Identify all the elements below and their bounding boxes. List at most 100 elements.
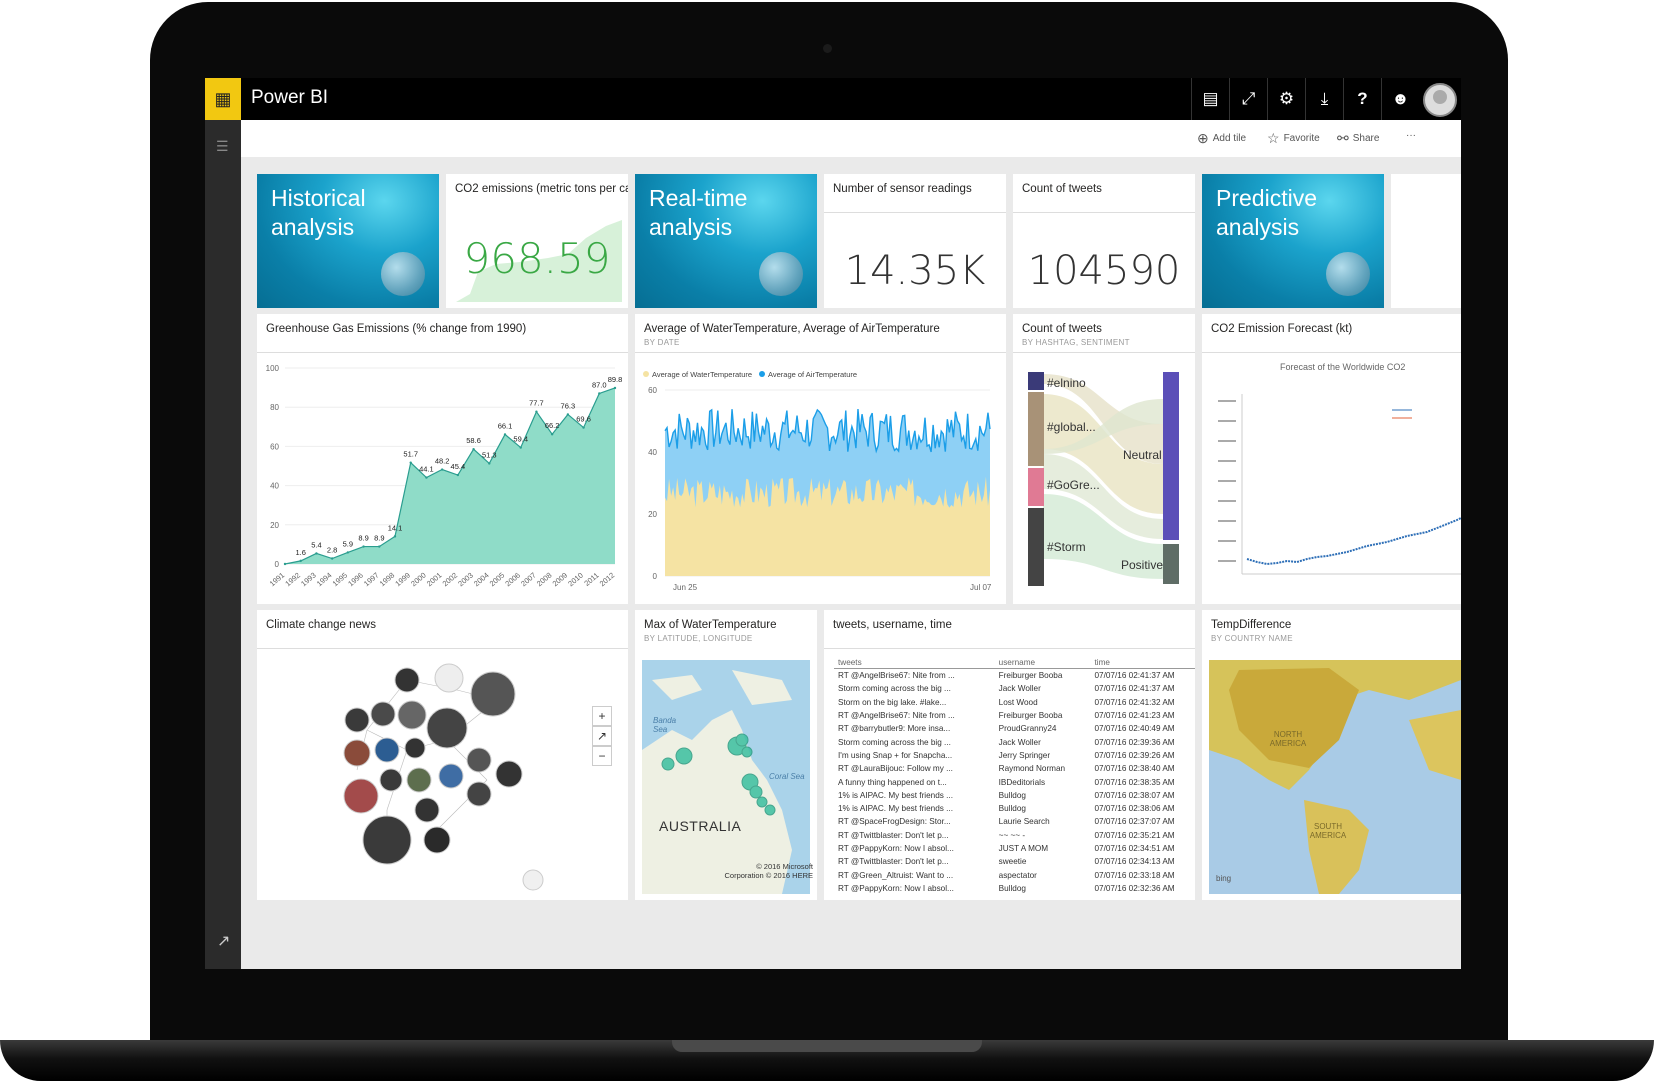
sankey-chart xyxy=(1028,372,1179,586)
data-label: 45.4 xyxy=(451,462,466,471)
data-point xyxy=(550,433,554,436)
favorite-button[interactable]: ☆ Favorite xyxy=(1267,130,1320,147)
share-button[interactable]: ⚯ Share xyxy=(1337,130,1379,147)
table-row[interactable]: 1% is AIPAC. My best friends ... Bulldog 0… xyxy=(834,789,1195,802)
data-point xyxy=(488,462,491,465)
data-point xyxy=(330,557,334,560)
table-row[interactable]: RT @PappyKorn: Now I absol... Bulldog 07/0… xyxy=(834,882,1195,895)
data-point xyxy=(393,535,397,538)
tile-title: Climate change news xyxy=(266,619,376,631)
map-label-banda: Banda Sea xyxy=(653,716,677,734)
expand-icon[interactable]: ⤢ xyxy=(1229,78,1267,120)
map-copyright: © 2016 Microsoft Corporation © 2016 HERE xyxy=(724,862,814,880)
table-row[interactable]: RT @barrybutler9: More insa... ProudGrann… xyxy=(834,722,1195,735)
legend-marker xyxy=(759,371,765,377)
left-rail: ☰ ↗ xyxy=(205,120,241,969)
x-tick-label: 1995 xyxy=(331,571,350,589)
historical-analysis-tile[interactable]: Historical analysis xyxy=(257,174,439,308)
avatar[interactable] xyxy=(1423,83,1457,117)
table-row[interactable]: I'm using Snap + for Snapcha... Jerry Spr… xyxy=(834,749,1195,762)
ghg-emissions-tile[interactable]: Greenhouse Gas Emissions (% change from … xyxy=(257,314,628,604)
data-point xyxy=(283,562,287,566)
table-row[interactable]: RT @Twittblaster: Don't let p... ~~ ~~ - 0… xyxy=(834,829,1195,842)
y-tick-label: 100 xyxy=(266,364,280,373)
realtime-analysis-tile[interactable]: Real-time analysis xyxy=(635,174,817,308)
temperature-tile[interactable]: Average of WaterTemperature, Average of … xyxy=(635,314,1006,604)
table-row[interactable]: A funny thing happened on t... IBDeditori… xyxy=(834,775,1195,788)
table-cell: RT @Green_Altruist: Want to ... xyxy=(838,870,954,880)
temp-difference-tile[interactable]: TempDifference BY COUNTRY NAME NORTH AME… xyxy=(1202,610,1461,900)
data-point xyxy=(409,461,412,464)
forecast-tile[interactable]: CO2 Emission Forecast (kt) Forecast of t… xyxy=(1202,314,1461,604)
table-row[interactable]: RT @LauraBijouc: Follow my ... Raymond No… xyxy=(834,762,1195,775)
more-options-button[interactable]: ··· xyxy=(1406,130,1416,141)
top-icons: ▤ ⤢ ⚙ ⤓ ? ☻ xyxy=(1191,78,1461,120)
globe-image xyxy=(381,252,425,296)
app-title: Power BI xyxy=(251,87,329,108)
data-label: 14.1 xyxy=(388,523,403,532)
y-tick-label: 0 xyxy=(653,572,658,581)
menu-icon[interactable]: ☰ xyxy=(216,138,229,155)
pan-tool-button[interactable]: ↗ xyxy=(592,726,612,746)
x-tick-label: 1996 xyxy=(346,571,365,589)
y-tick-label: 40 xyxy=(270,482,279,491)
table-row[interactable]: Storm on the big lake. #lake... Lost Wood… xyxy=(834,696,1195,709)
table-row[interactable]: RT @SpaceFrogDesign: Stor... Laurie Searc… xyxy=(834,815,1195,828)
co2-emissions-tile[interactable]: CO2 emissions (metric tons per ca... 968… xyxy=(446,174,628,308)
y-tick-label: 60 xyxy=(270,442,279,451)
table-cell: RT @SpaceFrogDesign: Stor... xyxy=(838,817,951,827)
help-icon[interactable]: ? xyxy=(1343,78,1381,120)
add-tile-button[interactable]: ⊕ Add tile xyxy=(1197,130,1246,147)
predictive-analysis-tile[interactable]: Predictive analysis xyxy=(1202,174,1384,308)
tile-title: Real-time analysis xyxy=(649,185,748,240)
download-icon[interactable]: ⤓ xyxy=(1305,78,1343,120)
table-row[interactable]: 1% is AIPAC. My best friends ... Bulldog 0… xyxy=(834,802,1195,815)
table-row[interactable]: RT @AngelBrise67: Nite from ... Freiburge… xyxy=(834,669,1195,683)
column-header[interactable]: tweets xyxy=(834,656,995,669)
table-row[interactable]: RT @PappyKorn: Now I absol... JUST A MOM 0… xyxy=(834,842,1195,855)
column-header[interactable]: time xyxy=(1090,656,1195,669)
climate-news-tile[interactable]: Climate change news + ↗ − xyxy=(257,610,628,900)
x-tick-label: 2005 xyxy=(488,571,507,589)
table-header-row: tweets username time xyxy=(834,656,1195,669)
data-point xyxy=(440,468,444,471)
tile-divider xyxy=(257,648,628,649)
waffle-icon[interactable]: ▦ xyxy=(205,78,241,120)
comment-icon[interactable]: ▤ xyxy=(1191,78,1229,120)
x-tick-label: 2007 xyxy=(519,571,538,589)
sensor-readings-tile[interactable]: Number of sensor readings 14.35K xyxy=(824,174,1006,308)
sankey-source-0: #elnino xyxy=(1047,376,1086,390)
partial-tile[interactable] xyxy=(1391,174,1461,308)
water-temp-map-tile[interactable]: Max of WaterTemperature BY LATITUDE, LON… xyxy=(635,610,817,900)
tile-subtitle: BY COUNTRY NAME xyxy=(1211,634,1293,643)
tile-subtitle: BY DATE xyxy=(644,338,680,347)
x-tick-label: 1997 xyxy=(362,571,381,589)
table-cell: RT @PappyKorn: Now I absol... xyxy=(838,844,954,853)
powerbi-screen: ▦ Power BI ▤ ⤢ ⚙ ⤓ ? ☻ ☰ ↗ ⊕ Add tile ☆ Fa… xyxy=(205,78,1461,969)
table-row[interactable]: RT @Green_Altruist: Want to ... aspectato… xyxy=(834,868,1195,881)
map-label-north-america: NORTH AMERICA xyxy=(1269,730,1307,748)
table-row[interactable]: RT @AngelBrise67: Nite from ... Freiburge… xyxy=(834,709,1195,722)
table-cell: 07/07/16 02:33:18 AM xyxy=(1094,870,1175,880)
gear-icon[interactable]: ⚙ xyxy=(1267,78,1305,120)
table-row[interactable]: RT @Twittblaster: Don't let p... sweetie 0… xyxy=(834,855,1195,868)
tweets-table-tile[interactable]: tweets, username, time tweets username t… xyxy=(824,610,1195,900)
expand-nav-icon[interactable]: ↗ xyxy=(217,931,230,951)
sankey-source-2: #GoGre... xyxy=(1047,478,1100,492)
tweet-count-tile[interactable]: Count of tweets 104590 xyxy=(1013,174,1195,308)
data-point xyxy=(535,410,538,413)
tile-divider xyxy=(1013,352,1195,353)
sankey-tile[interactable]: Count of tweets BY HASHTAG, SENTIMENT #e… xyxy=(1013,314,1195,604)
tile-title: Predictive analysis xyxy=(1216,185,1317,240)
data-label: 66.1 xyxy=(498,421,513,430)
zoom-in-button[interactable]: + xyxy=(592,706,612,726)
smiley-icon[interactable]: ☻ xyxy=(1381,78,1419,120)
sankey-source-3: #Storm xyxy=(1047,540,1086,554)
x-tick-label: 1992 xyxy=(283,571,302,589)
column-header[interactable]: username xyxy=(994,656,1091,669)
zoom-out-button[interactable]: − xyxy=(592,746,612,766)
data-point xyxy=(566,413,570,416)
table-row[interactable]: Storm coming across the big ... Jack Woll… xyxy=(834,682,1195,695)
table-row[interactable]: Storm coming across the big ... Jack Woll… xyxy=(834,735,1195,748)
table-cell: 1% is AIPAC. My best friends ... xyxy=(838,804,953,814)
